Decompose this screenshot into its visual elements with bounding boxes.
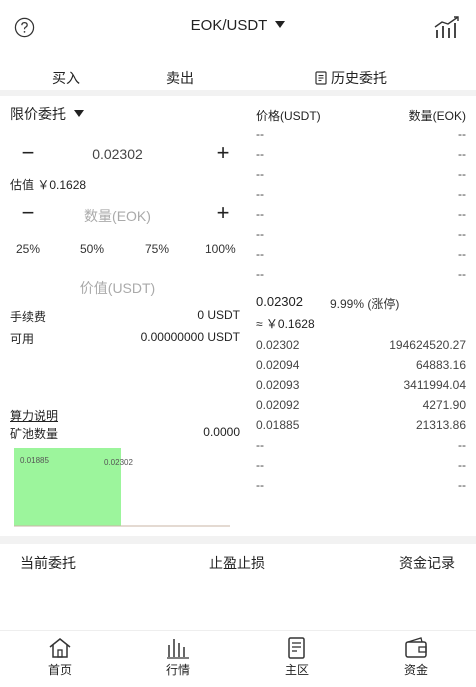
kline-chart-icon[interactable]	[434, 15, 460, 39]
ask-price: --	[256, 227, 264, 241]
bid-qty: 21313.86	[415, 418, 466, 432]
ask-qty: --	[458, 167, 466, 181]
estimate-value: 估值 ￥0.1628	[10, 178, 87, 192]
ask-price: --	[256, 207, 264, 221]
qty-increase-button[interactable]: +	[211, 202, 235, 224]
price-change: 9.99% (涨停)	[330, 297, 400, 311]
bid-price[interactable]: 0.02094	[256, 358, 299, 372]
bar-chart-icon	[167, 639, 189, 659]
ask-qty: --	[458, 207, 466, 221]
caret-down-icon	[275, 21, 286, 28]
bottom-nav: 首页 行情 主区 资金	[0, 630, 476, 687]
caret-down-icon	[74, 110, 84, 117]
percent-100-button[interactable]: 100%	[205, 242, 236, 256]
tab-sell[interactable]: 卖出	[166, 68, 194, 88]
bid-price[interactable]: 0.01885	[256, 418, 299, 432]
depth-chart: 0.01885 0.02302	[14, 448, 230, 527]
price-input[interactable]: 0.02302	[70, 146, 165, 162]
ask-qty: --	[458, 267, 466, 281]
ask-price: --	[256, 187, 264, 201]
bid-qty: 3411994.04	[403, 378, 466, 392]
nav-home-label: 首页	[47, 663, 72, 677]
percent-25-button[interactable]: 25%	[16, 242, 40, 256]
nav-assets[interactable]: 资金	[376, 637, 456, 678]
percent-75-button[interactable]: 75%	[145, 242, 169, 256]
pool-value: 0.0000	[203, 425, 240, 439]
ask-qty: --	[458, 127, 466, 141]
order-type-label: 限价委托	[10, 106, 66, 122]
last-price-cny: ≈ ￥0.1628	[256, 317, 315, 331]
bid-qty: 64883.16	[415, 358, 466, 372]
ask-price: --	[256, 247, 264, 261]
nav-assets-label: 资金	[403, 663, 428, 677]
ask-price: --	[256, 147, 264, 161]
ask-qty: --	[458, 187, 466, 201]
bid-price[interactable]: 0.02302	[256, 338, 299, 352]
ask-price: --	[256, 127, 264, 141]
tab-history[interactable]: 历史委托	[315, 68, 387, 88]
bid-qty: 194624520.27	[389, 338, 466, 352]
bid-price: --	[256, 478, 264, 492]
fee-value: 0 USDT	[197, 308, 240, 322]
qty-decrease-button[interactable]: −	[16, 202, 40, 224]
wallet-icon	[405, 637, 427, 658]
price-increase-button[interactable]: +	[211, 142, 235, 164]
ask-qty: --	[458, 147, 466, 161]
ob-price-header: 价格(USDT)	[256, 109, 321, 123]
document-icon	[315, 71, 327, 85]
depth-label-high: 0.02302	[104, 458, 133, 467]
bid-qty: --	[458, 438, 466, 452]
tab-current-orders[interactable]: 当前委托	[20, 553, 76, 573]
bid-price: --	[256, 458, 264, 472]
header: EOK/USDT	[0, 0, 476, 56]
bid-price: --	[256, 438, 264, 452]
nav-home[interactable]: 首页	[20, 637, 100, 678]
pool-label: 矿池数量	[10, 427, 59, 441]
bid-qty: 4271.90	[422, 398, 466, 412]
pair-selector[interactable]: EOK/USDT	[0, 17, 476, 34]
total-value-input[interactable]: 价值(USDT)	[60, 278, 175, 298]
tab-buy[interactable]: 买入	[52, 68, 80, 88]
nav-zone[interactable]: 主区	[257, 637, 337, 678]
order-type-select[interactable]: 限价委托	[10, 104, 84, 124]
document-edit-icon	[288, 637, 305, 659]
nav-market-label: 行情	[165, 663, 190, 677]
ask-qty: --	[458, 247, 466, 261]
available-label: 可用	[10, 332, 35, 346]
fee-label: 手续费	[10, 310, 47, 324]
pair-title: EOK/USDT	[190, 17, 268, 34]
bid-qty: --	[458, 478, 466, 492]
home-icon	[49, 638, 71, 658]
bid-price[interactable]: 0.02093	[256, 378, 299, 392]
percent-50-button[interactable]: 50%	[80, 242, 104, 256]
ob-qty-header: 数量(EOK)	[408, 109, 466, 123]
ask-qty: --	[458, 227, 466, 241]
trade-tabs: 买入 卖出 历史委托	[0, 56, 476, 96]
bid-qty: --	[458, 458, 466, 472]
available-value: 0.00000000 USDT	[140, 330, 240, 344]
ask-price: --	[256, 267, 264, 281]
ask-price: --	[256, 167, 264, 181]
tab-fund-records[interactable]: 资金记录	[399, 553, 455, 573]
bid-price[interactable]: 0.02092	[256, 398, 299, 412]
nav-zone-label: 主区	[284, 663, 309, 677]
tab-history-label: 历史委托	[331, 70, 387, 86]
hashrate-info-link[interactable]: 算力说明	[10, 407, 58, 424]
qty-input[interactable]: 数量(EOK)	[70, 206, 165, 226]
price-decrease-button[interactable]: −	[16, 142, 40, 164]
divider	[0, 536, 476, 544]
tab-take-profit-stop-loss[interactable]: 止盈止损	[209, 553, 265, 573]
nav-market[interactable]: 行情	[138, 637, 218, 678]
depth-label-low: 0.01885	[20, 456, 49, 465]
last-price: 0.02302	[256, 294, 303, 309]
